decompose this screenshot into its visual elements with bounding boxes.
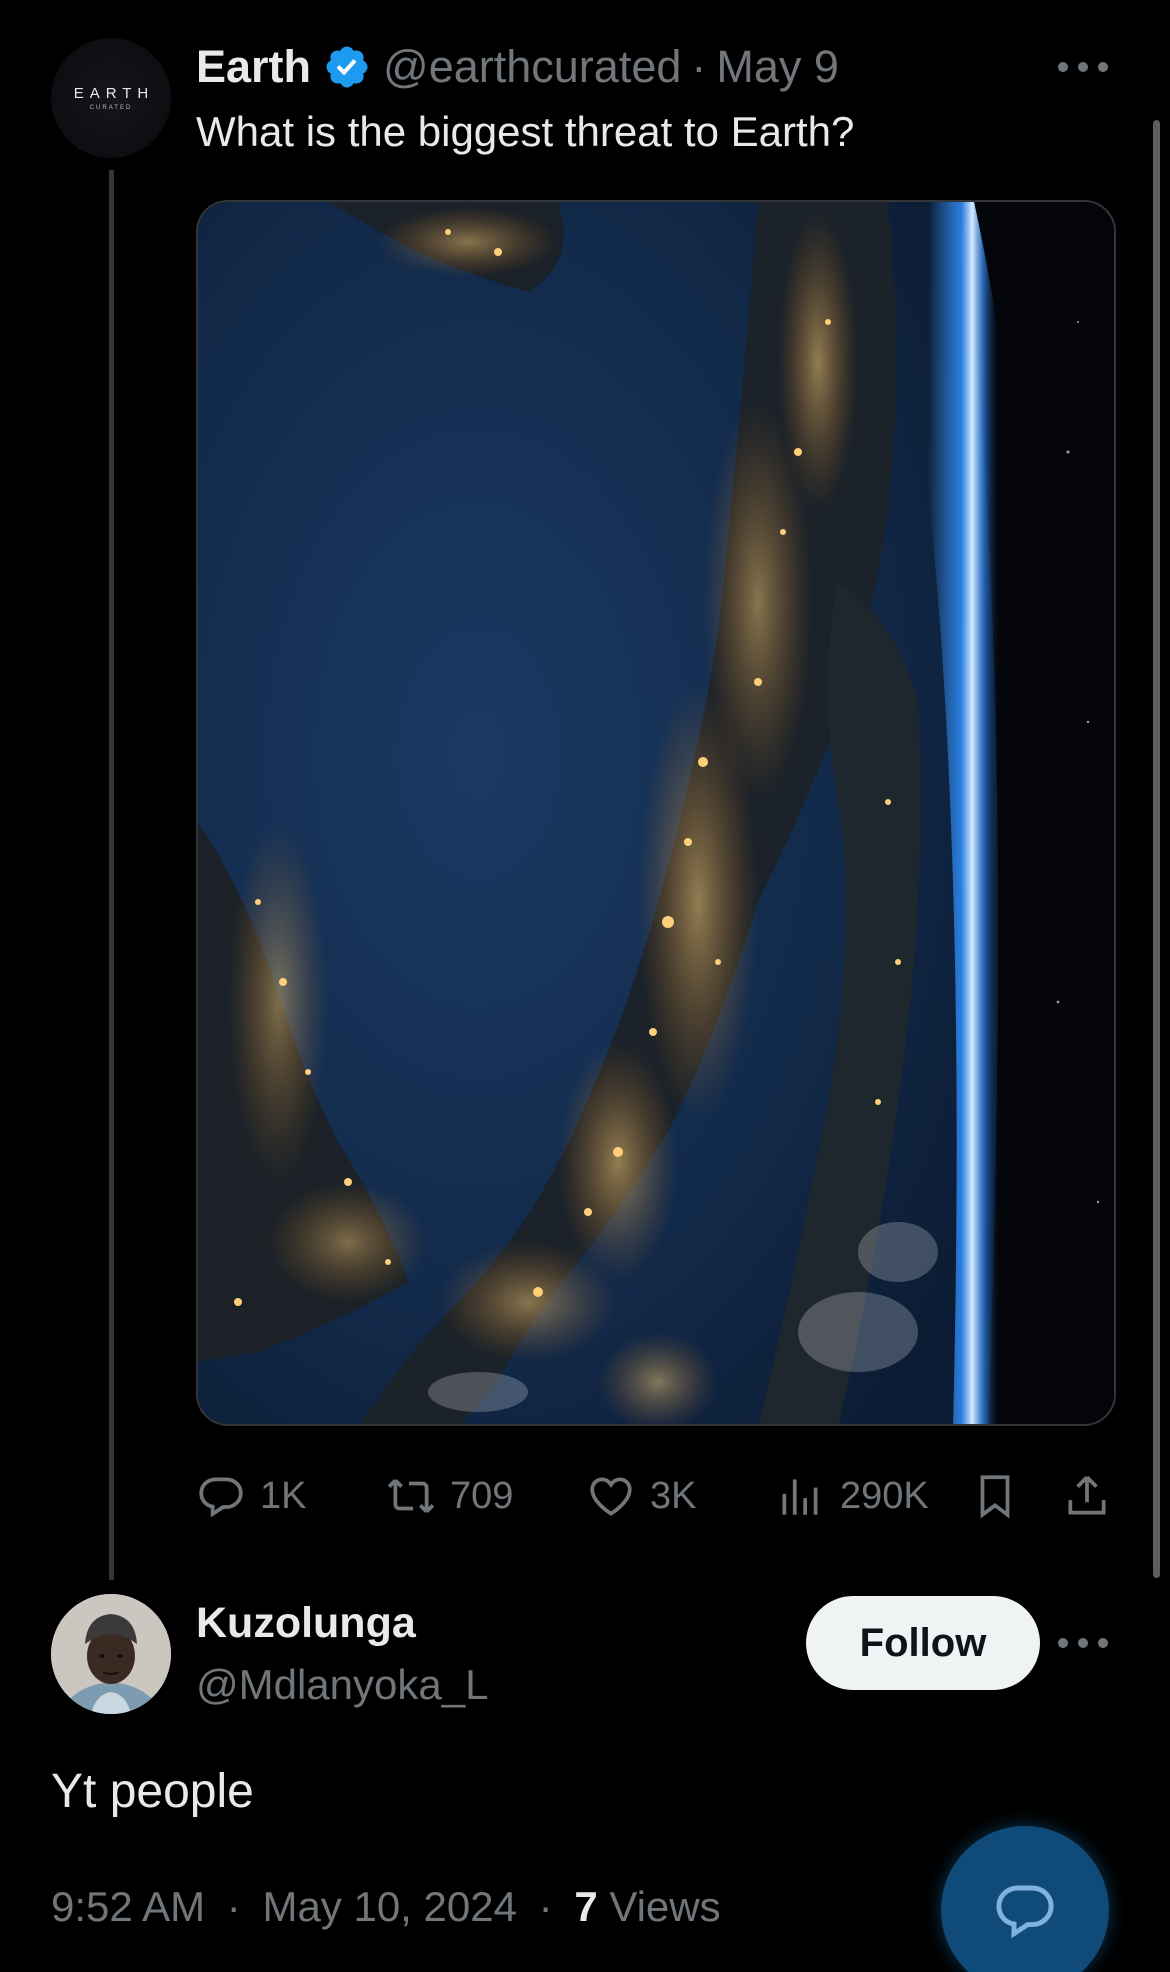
meta-separator: · — [538, 1883, 553, 1930]
avatar-logo-subtext: CURATED — [89, 105, 133, 111]
compose-reply-button[interactable] — [941, 1826, 1109, 1972]
tweet-thread-page: EARTH CURATED Earth @earthcurated · May … — [0, 0, 1170, 1972]
more-options-icon[interactable] — [1058, 60, 1108, 74]
retweet-count: 709 — [450, 1474, 514, 1517]
avatar-logo-text: EARTH — [73, 85, 155, 102]
scrollbar[interactable] — [1153, 120, 1160, 1578]
follow-button[interactable]: Follow — [806, 1596, 1040, 1690]
reply-count: 1K — [260, 1474, 307, 1517]
tweet-action-bar: 1K 709 3K 290K — [196, 1468, 1116, 1524]
analytics-icon — [782, 1479, 818, 1515]
tweet-header: Earth @earthcurated · May 9 — [196, 40, 839, 94]
meta-separator: · — [226, 1883, 241, 1930]
reply-time[interactable]: 9:52 AM — [51, 1883, 205, 1930]
reply-button[interactable]: 1K — [196, 1468, 306, 1524]
author-handle[interactable]: @earthcurated — [383, 40, 681, 94]
user-photo — [51, 1594, 171, 1714]
reply-text: Yt people — [51, 1765, 254, 1818]
reply-metadata: 9:52 AM · May 10, 2024 · 7 Views — [51, 1880, 721, 1934]
tweet-date[interactable]: May 9 — [716, 40, 839, 94]
view-count: 290K — [840, 1474, 929, 1517]
reply-icon — [199, 1477, 243, 1518]
reply-bubble-icon — [996, 1885, 1054, 1939]
share-icon — [1068, 1475, 1106, 1515]
reply-avatar[interactable] — [51, 1594, 171, 1714]
retweet-button[interactable]: 709 — [386, 1468, 513, 1524]
bookmark-icon — [980, 1475, 1010, 1519]
reply-more-options-icon[interactable] — [1058, 1636, 1108, 1650]
reply-views-count: 7 — [574, 1883, 598, 1930]
author-name[interactable]: Earth — [196, 40, 311, 94]
like-count: 3K — [650, 1474, 697, 1517]
bookmark-button[interactable] — [970, 1468, 1020, 1524]
reply-date[interactable]: May 10, 2024 — [262, 1883, 517, 1930]
thread-connector-line — [109, 170, 114, 1580]
share-button[interactable] — [1062, 1468, 1112, 1524]
earth-at-night-photo — [198, 202, 1114, 1424]
reply-author-name[interactable]: Kuzolunga — [196, 1596, 416, 1650]
reply-author-handle[interactable]: @Mdlanyoka_L — [196, 1658, 488, 1712]
tweet-text: What is the biggest threat to Earth? — [196, 108, 855, 155]
heart-icon — [590, 1477, 632, 1516]
reply-views-label: Views — [609, 1883, 721, 1930]
like-button[interactable]: 3K — [586, 1468, 696, 1524]
views-button[interactable]: 290K — [776, 1468, 929, 1524]
verified-badge-icon — [326, 46, 368, 88]
retweet-icon — [387, 1479, 435, 1513]
tweet-media-image[interactable] — [196, 200, 1116, 1426]
avatar[interactable]: EARTH CURATED — [51, 38, 171, 158]
header-separator: · — [691, 41, 707, 92]
